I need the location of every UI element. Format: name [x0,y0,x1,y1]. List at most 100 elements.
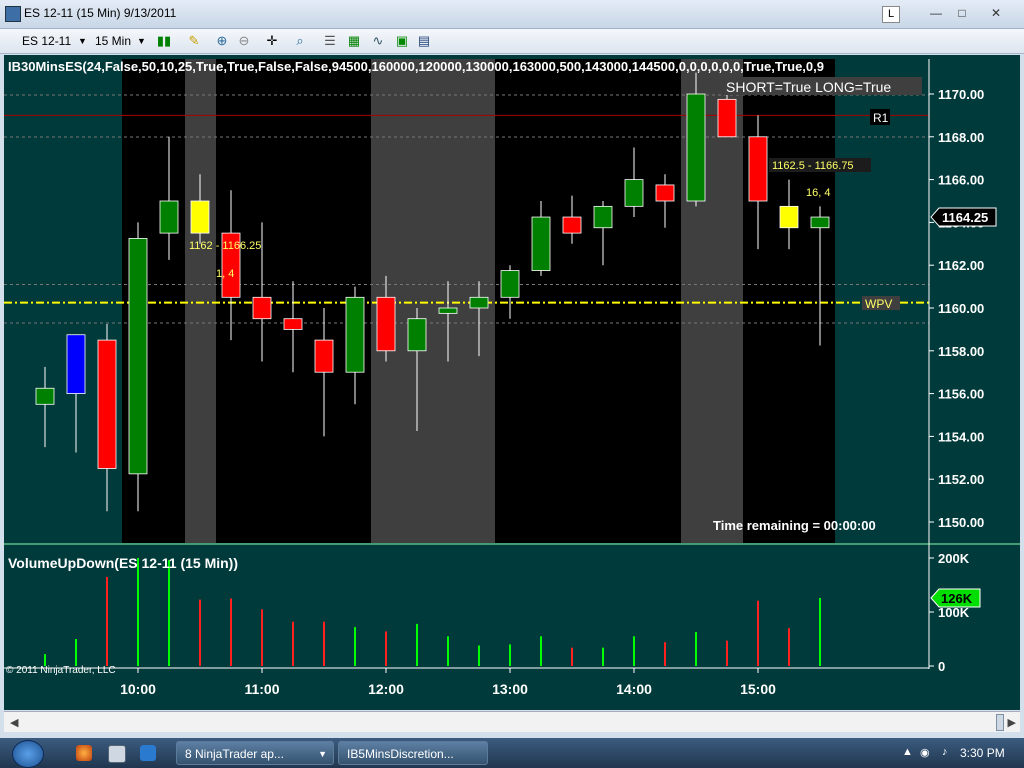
candle-body [655,184,675,202]
price-tick-label: 1158.00 [938,344,984,359]
session-band-1 [185,59,216,543]
candle-body [128,238,148,475]
task2-label: IB5MinsDiscretion... [347,747,454,761]
properties-icon[interactable]: ☰ [322,33,338,49]
app-window: ES 12-11 (15 Min) 9/13/2011 L — □ ✕ ES 1… [0,0,1024,738]
window-title: ES 12-11 (15 Min) 9/13/2011 [24,6,177,20]
time-tick-label: 15:00 [740,681,776,697]
candle-body [531,216,551,271]
candle-body [407,318,427,352]
price-tick-label: 1168.00 [938,130,984,145]
crosshair-icon[interactable]: ✛ [264,33,280,49]
chevron-down-icon[interactable]: ▼ [318,742,327,766]
strategies-icon[interactable]: ▦ [346,33,362,49]
signal-text: SHORT=True LONG=True [726,79,891,95]
price-tick-label: 1170.00 [938,87,984,102]
data-box-icon[interactable]: ▣ [394,33,410,49]
indicator-label: IB30MinsES(24,False,50,10,25,True,True,F… [8,59,824,74]
task1-label: 8 NinjaTrader ap... [185,747,284,761]
candle-body [686,93,706,202]
candle-body [252,296,272,320]
candle-body [345,296,365,373]
start-button[interactable] [12,740,44,768]
scroll-right-icon[interactable]: ▶ [1008,716,1016,729]
candle-body [717,98,737,138]
copyright-text: © 2011 NinjaTrader, LLC [6,665,116,676]
network-icon[interactable]: ◉ [920,746,930,759]
close-button[interactable]: ✕ [982,4,1010,22]
range-label-2: 1162 - 1166.25 [189,240,261,252]
bar-style-icon[interactable]: ▮▮ [156,33,172,49]
volume-tick-label: 0 [938,659,945,674]
time-tick-label: 13:00 [492,681,528,697]
taskbar-ninjatrader[interactable]: 8 NinjaTrader ap... ▼ [176,741,334,765]
firefox-icon[interactable] [76,745,92,761]
candle-body [283,318,303,330]
candle-body [97,339,117,469]
candle-body [748,136,768,202]
candle-body [159,200,179,234]
last-price-label: 1164.25 [942,210,988,225]
link-button[interactable]: L [882,6,900,23]
time-remaining: Time remaining = 00:00:00 [713,518,876,533]
time-tick-label: 12:00 [368,681,404,697]
chart-toolbar: ES 12-11 ▼ 15 Min ▼ ▮▮ ✎ ⊕ ⊖ ✛ ⌕ ☰ ▦ ∿ ▣… [0,29,1024,54]
candle-body [35,387,55,405]
desktop-icon[interactable] [108,745,126,763]
price-tick-label: 1166.00 [938,173,984,188]
price-tick-label: 1162.00 [938,258,984,273]
last-volume-label: 126K [941,591,973,606]
candle-body [593,205,613,229]
price-chart[interactable]: 1170.001168.001166.001164.001162.001160.… [4,55,1020,710]
wpv-label: WPV [865,297,892,311]
tray-expand-icon[interactable]: ▲ [902,746,913,758]
maximize-button[interactable]: □ [948,4,976,22]
candle-body [810,216,830,229]
minimize-button[interactable]: — [922,4,950,22]
horizontal-scrollbar[interactable]: ◀ ▶ [4,711,1020,732]
candle-body [314,339,334,373]
chart-app-icon [5,6,21,22]
price-tick-label: 1150.00 [938,515,984,530]
pencil-icon[interactable]: ✎ [186,33,202,49]
taskbar-explorer[interactable]: IB5MinsDiscretion... [338,741,488,765]
candle-body [624,179,644,207]
volume-tick-label: 200K [938,551,970,566]
chevron-down-icon[interactable]: ▼ [137,32,146,50]
volume-icon[interactable]: ♪ [942,746,948,758]
price-tick-label: 1156.00 [938,387,984,402]
chart-properties-icon[interactable]: ▤ [416,33,432,49]
chart-area[interactable]: 1170.001168.001166.001164.001162.001160.… [4,55,1020,710]
taskbar: 8 NinjaTrader ap... ▼ IB5MinsDiscretion.… [0,738,1024,768]
instrument-selector[interactable]: ES 12-11 [22,32,71,50]
candle-body [438,307,458,314]
r1-label: R1 [873,111,889,125]
price-tick-label: 1160.00 [938,301,984,316]
chevron-down-icon[interactable]: ▼ [78,32,87,50]
indicators-icon[interactable]: ∿ [370,33,386,49]
candle-body [500,270,520,298]
interval-selector[interactable]: 15 Min [95,32,131,50]
time-tick-label: 10:00 [120,681,156,697]
candle-body [469,296,489,309]
ie-icon[interactable] [140,745,156,761]
scroll-thumb[interactable] [996,714,1004,731]
range-label-1: 1162.5 - 1166.75 [772,160,854,172]
title-bar: ES 12-11 (15 Min) 9/13/2011 L — □ ✕ [0,0,1024,29]
count-label-1: 16, 4 [806,187,830,199]
magnifier-icon[interactable]: ⌕ [292,33,308,49]
price-tick-label: 1152.00 [938,472,984,487]
candle-body [779,205,799,229]
candle-body [190,200,210,234]
scroll-left-icon[interactable]: ◀ [10,716,18,729]
volume-panel-title: VolumeUpDown(ES 12-11 (15 Min)) [8,555,238,571]
price-tick-label: 1154.00 [938,429,984,444]
candle-body [562,216,582,234]
clock: 3:30 PM [960,746,1005,760]
zoom-in-icon[interactable]: ⊕ [214,33,230,49]
time-tick-label: 11:00 [244,681,279,697]
time-tick-label: 14:00 [616,681,652,697]
candle-body [376,296,396,352]
zoom-out-icon[interactable]: ⊖ [236,33,252,49]
candle-body [66,334,86,394]
